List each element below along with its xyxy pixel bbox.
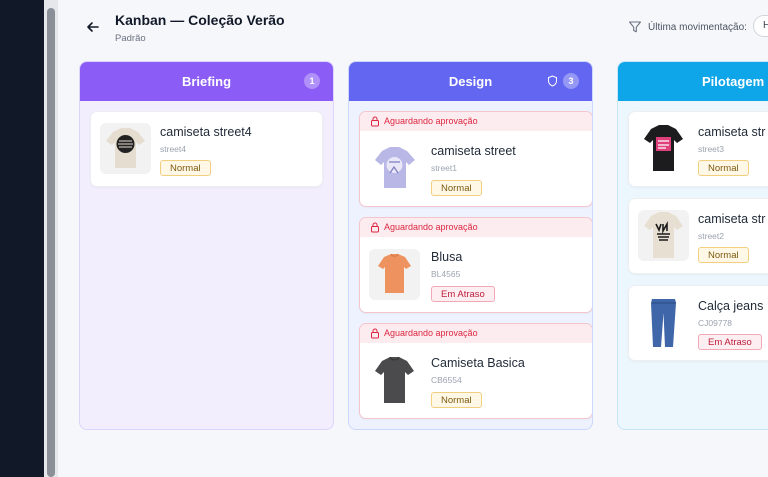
tshirt-newyork-graphic-icon bbox=[638, 210, 689, 261]
last-movement-label: Última movimentação: bbox=[648, 22, 747, 33]
card-name: Camiseta Basica bbox=[431, 356, 525, 370]
column-count-badge: 1 bbox=[304, 73, 320, 89]
column-pilotagem: Pilotagem camiseta str street3 Normal ca… bbox=[617, 61, 768, 430]
kanban-card[interactable]: camiseta street4 street4 Normal bbox=[90, 111, 323, 187]
status-badge: Normal bbox=[160, 160, 211, 176]
column-title: Briefing bbox=[181, 74, 232, 89]
card-name: camiseta str bbox=[698, 212, 766, 226]
status-badge: Em Atraso bbox=[431, 286, 495, 302]
tshirt-black-graphic-icon bbox=[638, 123, 689, 174]
card-code: street3 bbox=[698, 144, 724, 154]
card-code: BL4565 bbox=[431, 269, 461, 279]
status-badge: Normal bbox=[431, 180, 482, 196]
card-code: street4 bbox=[160, 144, 186, 154]
status-badge: Em Atraso bbox=[698, 334, 762, 350]
card-code: CJ09778 bbox=[698, 318, 733, 328]
status-badge: Normal bbox=[431, 392, 482, 408]
kanban-card[interactable]: camiseta str street3 Normal bbox=[628, 111, 768, 187]
column-title: Pilotagem bbox=[702, 74, 765, 89]
card-name: camiseta street bbox=[431, 144, 516, 158]
card-name: Calça jeans bbox=[698, 299, 764, 313]
status-badge: Normal bbox=[698, 160, 749, 176]
tshirt-lavender-graphic-icon bbox=[369, 143, 420, 194]
tshirt-gray-icon bbox=[369, 355, 420, 406]
column-count-badge: 3 bbox=[563, 73, 579, 89]
awaiting-approval-text: Aguardando aprovação bbox=[384, 328, 478, 338]
kanban-card[interactable]: Aguardando aprovação Camiseta Basica CB6… bbox=[359, 323, 592, 419]
column-design: Design 3 Aguardando aprovação camiseta s… bbox=[348, 61, 593, 430]
tshirt-beige-graphic-icon bbox=[100, 123, 151, 174]
card-code: street1 bbox=[431, 163, 457, 173]
kanban-card[interactable]: Calça jeans CJ09778 Em Atraso bbox=[628, 285, 768, 361]
column-briefing: Briefing 1 camiseta street4 street4 Norm… bbox=[79, 61, 334, 430]
kanban-card[interactable]: Aguardando aprovação camiseta street str… bbox=[359, 111, 592, 207]
kanban-card[interactable]: Aguardando aprovação Blusa BL4565 Em Atr… bbox=[359, 217, 592, 313]
awaiting-approval-text: Aguardando aprovação bbox=[384, 222, 478, 232]
lock-icon bbox=[371, 222, 379, 233]
status-badge: Normal bbox=[698, 247, 749, 263]
tshirt-orange-icon bbox=[369, 249, 420, 300]
page-scrollbar-thumb[interactable] bbox=[47, 8, 55, 477]
awaiting-approval-banner: Aguardando aprovação bbox=[360, 324, 592, 343]
column-header-briefing: Briefing 1 bbox=[80, 62, 333, 101]
card-code: street2 bbox=[698, 231, 724, 241]
kanban-card[interactable]: camiseta str street2 Normal bbox=[628, 198, 768, 274]
awaiting-approval-banner: Aguardando aprovação bbox=[360, 218, 592, 237]
awaiting-approval-banner: Aguardando aprovação bbox=[360, 112, 592, 131]
jeans-icon bbox=[638, 297, 689, 348]
column-header-design: Design 3 bbox=[349, 62, 592, 101]
page-subtitle: Padrão bbox=[115, 33, 146, 44]
card-code: CB6554 bbox=[431, 375, 462, 385]
back-arrow-icon[interactable] bbox=[84, 18, 102, 36]
lock-icon bbox=[371, 328, 379, 339]
column-header-pilotagem: Pilotagem bbox=[618, 62, 768, 101]
lock-icon bbox=[371, 116, 379, 127]
awaiting-approval-text: Aguardando aprovação bbox=[384, 116, 478, 126]
last-movement-select[interactable]: H bbox=[753, 15, 768, 37]
left-app-strip bbox=[0, 0, 44, 477]
card-name: camiseta street4 bbox=[160, 125, 252, 139]
page-title: Kanban — Coleção Verão bbox=[115, 12, 285, 28]
kanban-page: Kanban — Coleção Verão Padrão Última mov… bbox=[58, 0, 768, 477]
shield-icon bbox=[548, 75, 557, 87]
card-name: Blusa bbox=[431, 250, 463, 264]
card-name: camiseta str bbox=[698, 125, 766, 139]
filter-icon[interactable] bbox=[628, 20, 642, 34]
